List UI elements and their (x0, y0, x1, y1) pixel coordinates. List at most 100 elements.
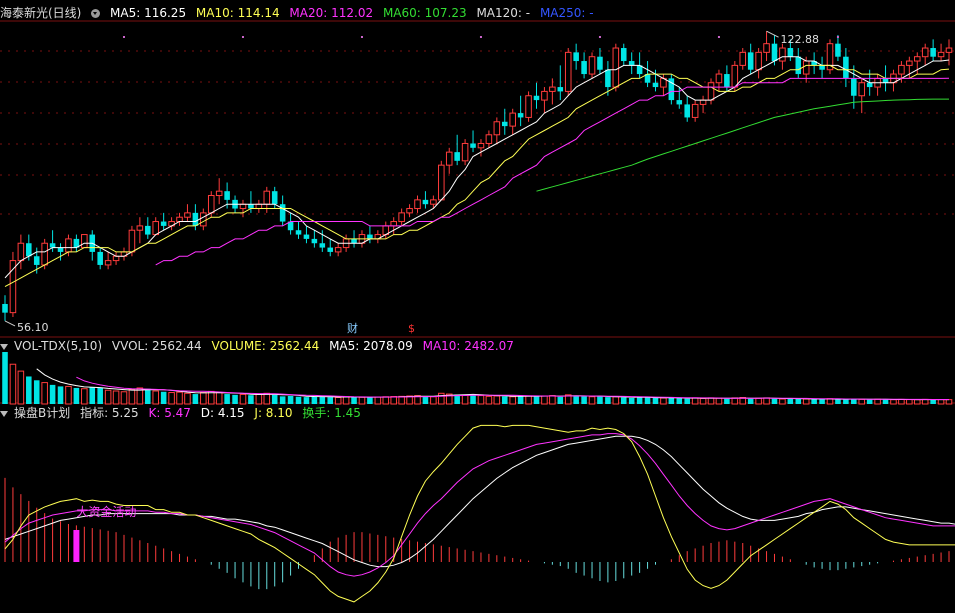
candle-body-5 (41, 242, 48, 266)
candle-body-89 (707, 82, 715, 101)
candle-body-78 (620, 48, 627, 62)
candle-body-88 (699, 99, 707, 105)
candle-body-101 (802, 60, 810, 75)
volume-bar-65 (517, 395, 524, 404)
volume-bar-109 (866, 399, 873, 404)
volume-bar-98 (779, 398, 786, 405)
signal-label: 大资金活动 (76, 504, 136, 519)
candle-body-10 (81, 234, 88, 249)
candle-body-68 (541, 90, 548, 101)
candle-body-105 (835, 43, 841, 57)
candle-body-73 (581, 61, 587, 75)
volume-bar-91 (724, 398, 730, 404)
candle-body-30 (239, 203, 247, 210)
volume-bar-67 (533, 396, 540, 404)
volume-bar-66 (525, 395, 532, 405)
high-price-label: 122.88 (781, 33, 820, 46)
ma250-label: MA250: - (539, 6, 594, 20)
volume-bar-106 (843, 399, 849, 404)
candle-body-71 (564, 51, 572, 92)
k-label: K: 5.47 (148, 406, 191, 420)
volume-bar-64 (509, 396, 516, 405)
candle-body-13 (104, 260, 112, 266)
volume-bar-74 (588, 396, 596, 405)
top-dot-2 (360, 36, 363, 38)
candle-body-92 (731, 64, 739, 88)
candle-body-86 (684, 104, 690, 118)
volume-bar-77 (612, 396, 620, 405)
volume-bar-12 (97, 387, 103, 404)
volume-bar-14 (112, 390, 120, 405)
volume-bar-1 (9, 363, 17, 405)
low-price-label: 56.10 (17, 321, 49, 334)
volume-bar-28 (224, 394, 230, 404)
candle-body-118 (937, 51, 945, 58)
candle-body-113 (898, 64, 905, 75)
volume-bar-8 (65, 385, 72, 405)
candle-body-97 (771, 43, 778, 62)
candle-body-31 (248, 204, 254, 209)
candle-body-108 (858, 82, 866, 97)
volume-bar-113 (898, 398, 905, 405)
collapse-triangle-icon[interactable] (0, 343, 8, 350)
candle-body-38 (303, 234, 310, 239)
candle-body-41 (327, 247, 334, 252)
candle-body-1 (9, 260, 17, 314)
candle-body-58 (461, 142, 469, 162)
top-dot-6 (836, 36, 839, 38)
volume-bar-62 (493, 395, 501, 405)
candle-body-28 (224, 191, 230, 200)
volume-bar-114 (906, 399, 913, 405)
volume-bar-41 (327, 397, 334, 404)
volume-bar-78 (620, 397, 627, 404)
top-dot-1 (241, 36, 244, 38)
ma5-line (4, 56, 950, 279)
volume-bar-81 (644, 397, 651, 404)
ma5-label: MA5: 116.25 (110, 6, 187, 20)
candle-body-34 (271, 191, 278, 205)
volume-bar-103 (819, 399, 825, 404)
candle-body-33 (263, 190, 271, 205)
volume-bar-119 (945, 399, 953, 405)
candle-body-96 (763, 43, 770, 53)
candle-body-40 (319, 243, 326, 248)
volume-bar-63 (501, 396, 508, 404)
top-dot-3 (479, 36, 482, 38)
candle-body-3 (26, 243, 32, 257)
top-dot-4 (598, 36, 601, 38)
candle-body-17 (136, 225, 144, 231)
volume-bar-108 (858, 398, 866, 405)
vol-title[interactable]: VOL-TDX(5,10) (14, 339, 102, 353)
candle-body-116 (921, 47, 929, 58)
signal-bar (73, 530, 80, 562)
candle-body-60 (477, 142, 485, 149)
settings-circle-icon[interactable] (91, 9, 101, 18)
volume-bar-86 (684, 398, 690, 404)
collapse-triangle-icon-2[interactable] (0, 410, 8, 417)
volume-bar-31 (248, 395, 254, 404)
volume-bar-69 (549, 395, 556, 405)
volume-bar-82 (652, 397, 659, 404)
volume-bar-24 (192, 394, 199, 404)
volume-bar-29 (232, 394, 238, 404)
vol-ma5-label: MA5: 2078.09 (329, 339, 413, 353)
volume-bar-54 (430, 396, 437, 405)
ma10-line (4, 64, 950, 288)
candle-body-46 (367, 234, 373, 239)
volume-bar-53 (422, 396, 429, 404)
ma120-label: MA120: - (476, 6, 531, 20)
volume-bar-38 (303, 397, 310, 404)
volume-bar-30 (239, 393, 247, 405)
candle-body-95 (755, 51, 762, 71)
chart-canvas: 122.88 56.10 财 $ 大资金活动 (0, 20, 955, 603)
stock-name[interactable]: 海泰新光(日线) (0, 6, 81, 20)
volume-bar-97 (771, 398, 778, 404)
volume-bar-34 (271, 394, 278, 404)
volume-bar-85 (676, 398, 683, 404)
low-marker-line (4, 320, 16, 327)
indicator-title[interactable]: 操盘B计划 (14, 406, 70, 420)
candle-body-93 (739, 51, 747, 66)
candle-body-0 (2, 303, 8, 313)
candle-body-18 (145, 225, 151, 235)
candle-body-115 (913, 56, 921, 62)
